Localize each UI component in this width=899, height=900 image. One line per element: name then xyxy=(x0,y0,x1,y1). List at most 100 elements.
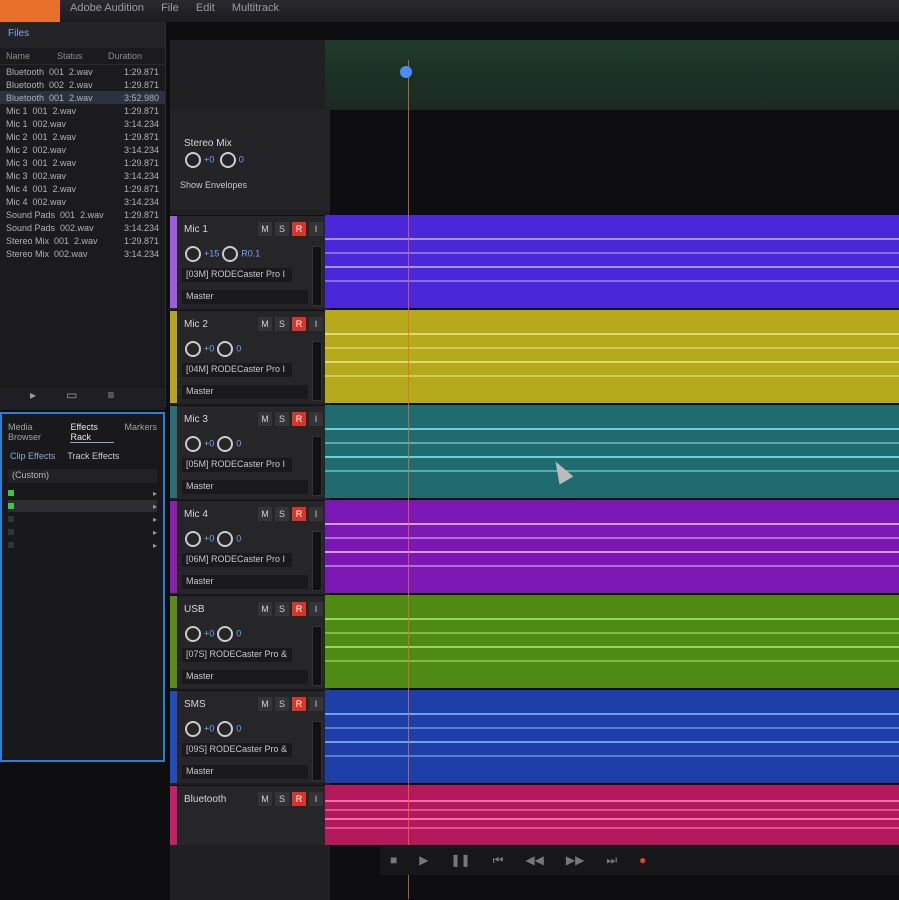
track-output-select[interactable]: Master xyxy=(182,480,308,494)
track-input-select[interactable]: [07S] RODECaster Pro & xyxy=(182,648,292,662)
file-row[interactable]: Mic 2_001_2.wav 1:29.871 xyxy=(0,130,165,143)
volume-knob-icon[interactable] xyxy=(185,341,201,357)
input-monitor-button[interactable]: I xyxy=(309,317,323,331)
effect-slot[interactable]: ▸ xyxy=(8,539,157,551)
pan-knob-icon[interactable] xyxy=(222,246,239,262)
col-name[interactable]: Name xyxy=(6,51,57,61)
track-header[interactable]: Mic 1 M S R I +15 R0.1 [03M] RODECaster Pro I Ma… xyxy=(170,215,330,308)
playhead[interactable] xyxy=(408,60,409,899)
mute-button[interactable]: M xyxy=(258,507,272,521)
solo-button[interactable]: S xyxy=(275,317,289,331)
mute-button[interactable]: M xyxy=(258,697,272,711)
input-monitor-button[interactable]: I xyxy=(309,602,323,616)
track-header[interactable]: SMS M S R I +0 0 [09S] RODECaster Pro & Master xyxy=(170,690,330,783)
effect-slot[interactable]: ▸ xyxy=(8,526,157,538)
track-clip[interactable] xyxy=(325,690,899,783)
volume-knob-icon[interactable] xyxy=(185,436,201,452)
effect-slot[interactable]: ▸ xyxy=(8,513,157,525)
menu-file[interactable]: File xyxy=(161,2,179,14)
pan-knob-icon[interactable] xyxy=(219,152,236,168)
track-name[interactable]: Mic 4 xyxy=(184,509,208,520)
skip-forward-icon[interactable]: ⏭ xyxy=(606,853,617,867)
record-arm-button[interactable]: R xyxy=(292,222,306,236)
mute-button[interactable]: M xyxy=(258,412,272,426)
pan-knob-icon[interactable] xyxy=(217,626,234,642)
chevron-right-icon[interactable]: ▸ xyxy=(153,489,157,498)
power-icon[interactable] xyxy=(8,529,14,535)
pan-knob-icon[interactable] xyxy=(217,721,234,737)
track-name[interactable]: Mic 1 xyxy=(184,224,208,235)
track-header[interactable]: Bluetooth M S R I xyxy=(170,785,330,845)
volume-knob-icon[interactable] xyxy=(185,152,201,168)
folder-icon[interactable]: ▭ xyxy=(66,388,77,402)
track-name[interactable]: Mic 3 xyxy=(184,414,208,425)
file-row[interactable]: Mic 4_001_2.wav 1:29.871 xyxy=(0,182,165,195)
track-input-select[interactable]: [05M] RODECaster Pro I xyxy=(182,458,292,472)
track-output-select[interactable]: Master xyxy=(182,575,308,589)
track-name[interactable]: USB xyxy=(184,604,205,615)
rewind-icon[interactable]: ◀◀ xyxy=(525,853,543,867)
effect-slot[interactable]: ▸ xyxy=(8,500,157,512)
track-output-select[interactable]: Master xyxy=(182,385,308,399)
solo-button[interactable]: S xyxy=(275,412,289,426)
record-arm-button[interactable]: R xyxy=(292,697,306,711)
preset-select[interactable]: (Custom) xyxy=(8,469,157,483)
track-output-select[interactable]: Master xyxy=(182,765,308,779)
file-row[interactable]: Mic 2_002.wav 3:14.234 xyxy=(0,143,165,156)
mute-button[interactable]: M xyxy=(258,222,272,236)
pan-knob-icon[interactable] xyxy=(217,531,234,547)
track-output-select[interactable]: Master xyxy=(182,290,308,304)
track-clip[interactable] xyxy=(325,595,899,688)
track-name[interactable]: Bluetooth xyxy=(184,794,226,805)
track-input-select[interactable]: [06M] RODECaster Pro I xyxy=(182,553,292,567)
menu-app[interactable]: Adobe Audition xyxy=(70,2,144,14)
record-arm-button[interactable]: R xyxy=(292,792,306,806)
power-icon[interactable] xyxy=(8,542,14,548)
file-row[interactable]: Mic 1_002.wav 3:14.234 xyxy=(0,117,165,130)
chevron-right-icon[interactable]: ▸ xyxy=(153,515,157,524)
mute-button[interactable]: M xyxy=(258,317,272,331)
input-monitor-button[interactable]: I xyxy=(309,507,323,521)
track-header[interactable]: Mic 4 M S R I +0 0 [06M] RODECaster Pro I Master xyxy=(170,500,330,593)
track-header[interactable]: USB M S R I +0 0 [07S] RODECaster Pro & Master xyxy=(170,595,330,688)
chevron-right-icon[interactable]: ▸ xyxy=(153,502,157,511)
file-row[interactable]: Bluetooth_002_2.wav 1:29.871 xyxy=(0,78,165,91)
chevron-right-icon[interactable]: ▸ xyxy=(153,528,157,537)
file-row[interactable]: Mic 3_001_2.wav 1:29.871 xyxy=(0,156,165,169)
files-panel-title[interactable]: Files xyxy=(0,22,165,48)
input-monitor-button[interactable]: I xyxy=(309,792,323,806)
track-clip[interactable] xyxy=(325,310,899,403)
volume-knob-icon[interactable] xyxy=(185,721,201,737)
track-output-select[interactable]: Master xyxy=(182,670,308,684)
solo-button[interactable]: S xyxy=(275,792,289,806)
playhead-handle[interactable] xyxy=(400,66,412,78)
track-clip[interactable] xyxy=(325,500,899,593)
file-row[interactable]: Bluetooth_001_2.wav 3:52.980 xyxy=(0,91,165,104)
chevron-right-icon[interactable]: ▸ xyxy=(153,541,157,550)
track-input-select[interactable]: [03M] RODECaster Pro I xyxy=(182,268,292,282)
tab-media-browser[interactable]: Media Browser xyxy=(8,422,60,443)
file-row[interactable]: Sound Pads_001_2.wav 1:29.871 xyxy=(0,208,165,221)
file-row[interactable]: Mic 1_001_2.wav 1:29.871 xyxy=(0,104,165,117)
track-input-select[interactable]: [09S] RODECaster Pro & xyxy=(182,743,292,757)
menu-multitrack[interactable]: Multitrack xyxy=(232,2,279,14)
pan-knob-icon[interactable] xyxy=(217,436,234,452)
solo-button[interactable]: S xyxy=(275,602,289,616)
col-status[interactable]: Status xyxy=(57,51,108,61)
solo-button[interactable]: S xyxy=(275,697,289,711)
tab-effects-rack[interactable]: Effects Rack xyxy=(70,422,115,443)
play-icon[interactable]: ▸ xyxy=(30,388,36,402)
file-row[interactable]: Sound Pads_002.wav 3:14.234 xyxy=(0,221,165,234)
effect-slot[interactable]: ▸ xyxy=(8,487,157,499)
record-icon[interactable]: ● xyxy=(639,853,646,867)
menu-icon[interactable]: ≡ xyxy=(107,388,114,402)
solo-button[interactable]: S xyxy=(275,222,289,236)
file-row[interactable]: Bluetooth_001_2.wav 1:29.871 xyxy=(0,65,165,78)
track-header[interactable]: Mic 2 M S R I +0 0 [04M] RODECaster Pro I Master xyxy=(170,310,330,403)
volume-knob-icon[interactable] xyxy=(185,246,201,262)
record-arm-button[interactable]: R xyxy=(292,602,306,616)
tab-clip-effects[interactable]: Clip Effects xyxy=(10,451,55,461)
track-clip[interactable] xyxy=(325,215,899,308)
track-clip[interactable] xyxy=(325,405,899,498)
tab-markers[interactable]: Markers xyxy=(124,422,157,443)
